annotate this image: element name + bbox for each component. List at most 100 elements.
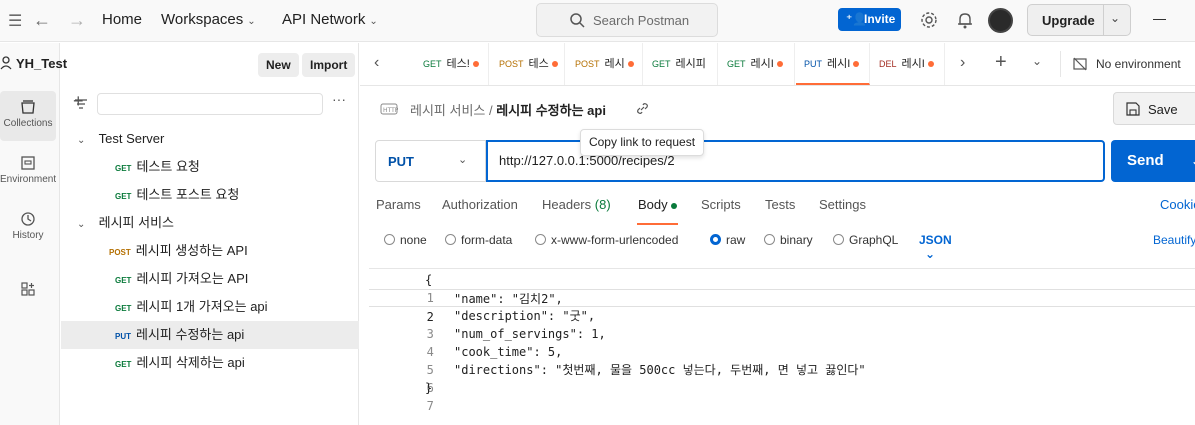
code-text: "name": "김치2",	[454, 292, 563, 306]
api-network-label: API Network	[282, 11, 366, 28]
tab-authorization[interactable]: Authorization	[442, 197, 518, 212]
rail-item-collections[interactable]: Collections	[0, 91, 56, 141]
chevron-down-icon[interactable]: ⌄	[1110, 11, 1120, 25]
menu-icon[interactable]: ☰	[8, 11, 22, 31]
save-button[interactable]: Save	[1113, 92, 1195, 125]
code-line: 5 "cook_time": 5,	[369, 343, 1195, 377]
add-user-icon: ⁺👤	[846, 12, 868, 26]
gear-icon[interactable]	[918, 9, 940, 31]
breadcrumb-current[interactable]: 레시피 수정하는 api	[496, 103, 606, 118]
method-select[interactable]: PUT ⌄	[375, 140, 486, 182]
chevron-down-icon: ⌄	[369, 16, 378, 27]
unsaved-dot	[627, 61, 634, 68]
method-badge: GET	[115, 360, 132, 369]
home-link[interactable]: Home	[102, 11, 142, 28]
tab-body[interactable]: Body	[638, 197, 677, 212]
collection-test-server[interactable]: ⌄ Test Server	[61, 125, 359, 153]
send-button[interactable]: Send ⌄	[1111, 140, 1195, 182]
tab-headers[interactable]: Headers (8)	[542, 197, 611, 212]
request-item[interactable]: GET 레시피 가져오는 API	[61, 265, 359, 293]
tab-scripts[interactable]: Scripts	[701, 197, 741, 212]
format-select[interactable]: JSON ⌄	[919, 233, 952, 261]
tab-body-label: Body	[638, 197, 668, 212]
request-item-selected[interactable]: PUT 레시피 수정하는 api	[61, 321, 359, 349]
collection-name: Test Server	[98, 131, 165, 146]
breadcrumb: 레시피 서비스 / 레시피 수정하는 api	[410, 100, 606, 119]
divider	[1103, 5, 1104, 35]
avatar[interactable]	[988, 8, 1013, 33]
workspace-title[interactable]: YH_Test	[16, 56, 67, 71]
request-tab[interactable]: DEL 레시I	[871, 43, 945, 85]
rail-item-environments[interactable]: Environments	[0, 147, 56, 197]
code-text: }	[425, 381, 433, 395]
chevron-right-icon[interactable]: ›	[960, 54, 965, 72]
link-icon[interactable]	[636, 102, 649, 115]
radio-form-data[interactable]: form-data	[445, 233, 512, 247]
beautify-link[interactable]: Beautify	[1153, 233, 1195, 247]
method-badge: GET	[652, 59, 671, 69]
request-item[interactable]: GET 레시피 삭제하는 api	[61, 349, 359, 377]
url-input[interactable]: http://127.0.0.1:5000/recipes/2	[486, 140, 1105, 182]
breadcrumb-parent[interactable]: 레시피 서비스	[410, 103, 485, 118]
code-text: "description": "굿",	[454, 309, 596, 323]
add-tab-icon[interactable]: +	[995, 51, 1007, 74]
method-badge: POST	[575, 59, 600, 69]
workspaces-menu[interactable]: Workspaces ⌄	[161, 11, 256, 28]
search-bar[interactable]: Search Postman	[536, 3, 718, 37]
unsaved-dot	[927, 61, 934, 68]
save-icon	[1126, 102, 1140, 116]
radio-urlencoded[interactable]: x-www-form-urlencoded	[535, 233, 678, 247]
method-badge: GET	[115, 304, 132, 313]
workspaces-label: Workspaces	[161, 11, 244, 28]
tab-label: 레시피	[675, 58, 706, 70]
request-tab[interactable]: GET 레시I	[719, 43, 795, 85]
upgrade-label: Upgrade	[1042, 13, 1095, 28]
radio-label: GraphQL	[849, 233, 899, 247]
back-arrow-icon[interactable]: ←	[33, 10, 51, 31]
more-icon[interactable]: ···	[332, 91, 346, 107]
tab-settings[interactable]: Settings	[819, 197, 866, 212]
rail-item-history[interactable]: History	[0, 203, 56, 253]
upgrade-button[interactable]: Upgrade ⌄	[1027, 4, 1131, 36]
radio-none[interactable]: none	[384, 233, 427, 247]
collection-name: 레시피 서비스	[98, 215, 174, 230]
rail-item-apps[interactable]	[0, 273, 56, 323]
tab-label: 테스!	[446, 58, 470, 70]
radio-raw[interactable]: raw	[710, 233, 745, 247]
radio-circle	[764, 234, 775, 245]
request-item[interactable]: POST 레시피 생성하는 API	[61, 237, 359, 265]
url-bar: PUT ⌄ http://127.0.0.1:5000/recipes/2	[375, 140, 1105, 182]
new-button[interactable]: New	[258, 53, 299, 77]
chevron-left-icon[interactable]: ‹	[374, 54, 379, 72]
chevron-down-icon[interactable]: ⌄	[1032, 54, 1042, 68]
api-network-menu[interactable]: API Network ⌄	[282, 11, 378, 28]
bell-icon[interactable]	[954, 9, 976, 31]
invite-button[interactable]: ⁺👤 Invite	[838, 8, 901, 31]
tab-params[interactable]: Params	[376, 197, 421, 212]
forward-arrow-icon[interactable]: →	[68, 10, 86, 31]
filter-input[interactable]	[75, 93, 323, 115]
collection-recipe-service[interactable]: ⌄ 레시피 서비스	[61, 209, 359, 237]
chevron-down-icon[interactable]: ⌄	[1191, 140, 1195, 182]
cookies-link[interactable]: Cookies	[1160, 197, 1195, 212]
tab-tests[interactable]: Tests	[765, 197, 795, 212]
invite-label: Invite	[864, 12, 896, 26]
request-item[interactable]: GET 테스트 요청	[61, 153, 359, 181]
environment-selector[interactable]: No environment	[1096, 57, 1181, 71]
request-tab[interactable]: GET 레시피	[644, 43, 718, 85]
minimize-icon[interactable]	[1153, 19, 1166, 20]
request-item[interactable]: GET 테스트 포스트 요청	[61, 181, 359, 209]
user-icon	[0, 56, 12, 70]
request-tab-active[interactable]: PUT 레시I	[796, 43, 870, 85]
radio-binary[interactable]: binary	[764, 233, 813, 247]
request-item[interactable]: GET 레시피 1개 가져오는 api	[61, 293, 359, 321]
radio-graphql[interactable]: GraphQL	[833, 233, 898, 247]
search-placeholder: Search Postman	[593, 13, 690, 28]
code-editor[interactable]: 1 { 2 "name": "김치2", 3 "description": "굿…	[369, 268, 1195, 425]
import-button[interactable]: Import	[302, 53, 356, 77]
request-tab[interactable]: POST 레시	[567, 43, 643, 85]
request-tab[interactable]: POST 테스	[491, 43, 565, 85]
code-line: 2 "name": "김치2",	[369, 289, 1195, 324]
filter-icon[interactable]	[74, 97, 88, 111]
request-tab[interactable]: GET 테스!	[415, 43, 489, 85]
